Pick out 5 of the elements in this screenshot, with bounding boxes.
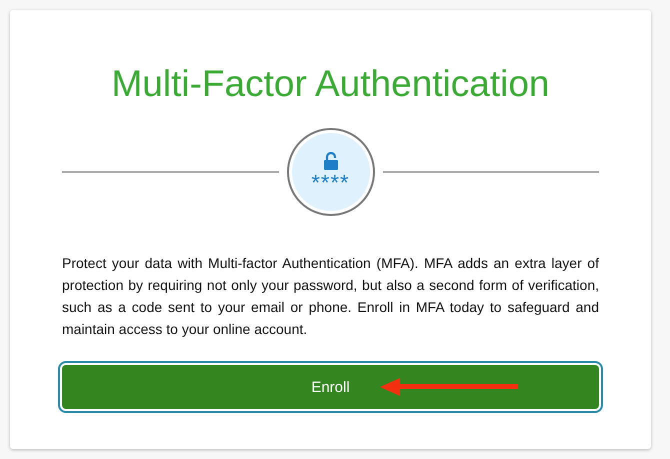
unlocked-padlock-icon — [324, 152, 338, 170]
masked-code: **** — [311, 174, 350, 192]
enroll-button[interactable]: Enroll — [62, 365, 599, 409]
description-paragraph: Protect your data with Multi-factor Authentication (MFA). MFA adds an extra layer of protection by requiring not only your password, but also a second form of verification, such as a code sent to your email or phone. Enroll in MFA today to safeguard and maintain access to your online account. — [62, 254, 599, 339]
page-title: Multi-Factor Authentication — [110, 62, 551, 106]
